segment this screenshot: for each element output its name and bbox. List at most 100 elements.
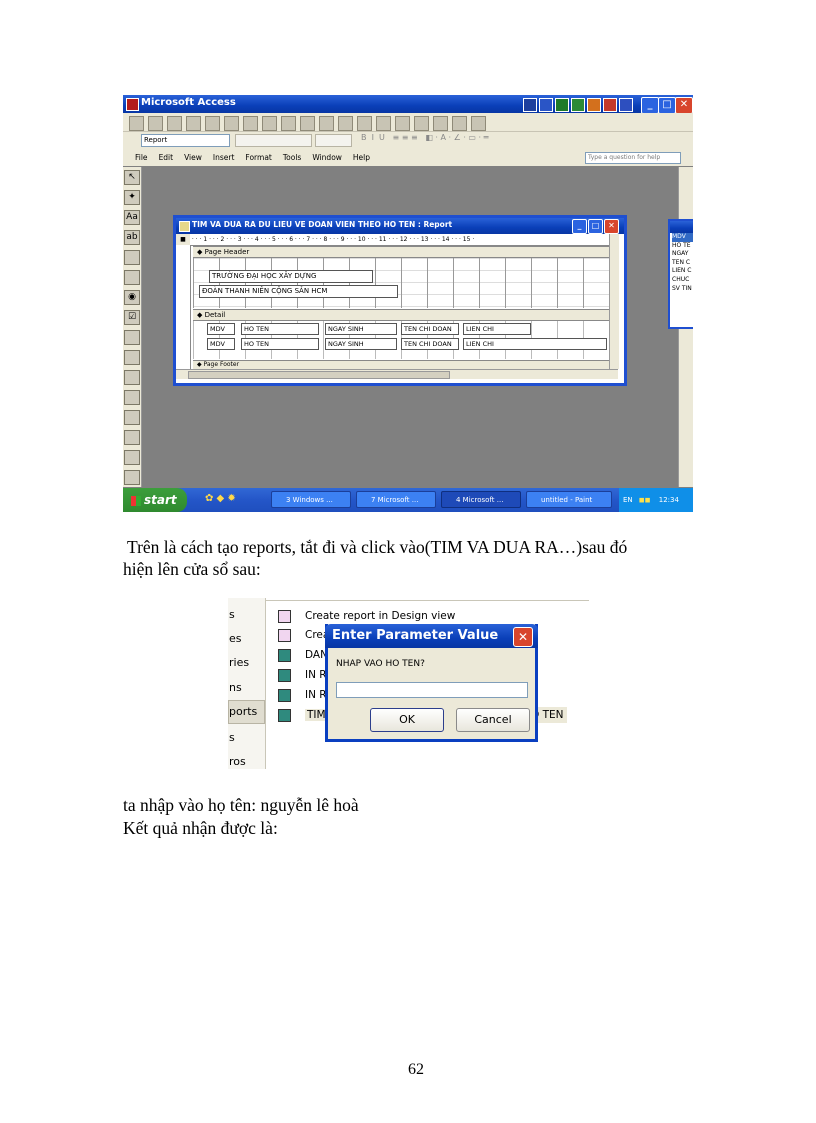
wizard-icon[interactable]: ✦ xyxy=(124,190,140,205)
field-item[interactable]: LIEN C xyxy=(672,267,693,276)
paste-icon[interactable] xyxy=(262,116,277,131)
sidebar-item-reports[interactable]: ports xyxy=(228,700,265,724)
start-button[interactable]: start xyxy=(123,488,187,512)
redo-icon[interactable] xyxy=(319,116,334,131)
page-header-band[interactable]: ◆ Page Header xyxy=(193,246,614,258)
field-list-icon[interactable] xyxy=(338,116,353,131)
report-item-tim[interactable]: TIM xyxy=(278,707,328,723)
report-maximize-button[interactable]: □ xyxy=(588,219,603,234)
label-lien-chi[interactable]: LIEN CHI xyxy=(463,323,531,335)
sidebar-item[interactable]: ros xyxy=(229,755,246,768)
create-report-design-item[interactable]: Create report in Design view xyxy=(278,608,455,624)
print-icon[interactable] xyxy=(186,116,201,131)
combo-box-icon[interactable] xyxy=(124,330,140,345)
create-report-wizard-item[interactable]: Crea xyxy=(278,627,329,643)
menu-format[interactable]: Format xyxy=(245,153,271,162)
menu-file[interactable]: File xyxy=(135,153,148,162)
quick-launch-icons[interactable]: ✿ ◆ ✹ xyxy=(205,493,236,504)
ok-button[interactable]: OK xyxy=(370,708,444,732)
maximize-button[interactable]: □ xyxy=(658,97,676,114)
view-icon[interactable] xyxy=(129,116,144,131)
menu-window[interactable]: Window xyxy=(312,153,342,162)
list-box-icon[interactable] xyxy=(124,350,140,365)
task-paint[interactable]: untitled - Paint xyxy=(526,491,612,508)
detail-section[interactable]: MDV HO TEN NGAY SINH TEN CHI DOAN LIEN C… xyxy=(193,321,613,359)
field-item[interactable]: HO TE xyxy=(672,242,693,251)
option-group-icon[interactable] xyxy=(124,250,140,265)
sidebar-item[interactable]: es xyxy=(229,632,242,645)
menu-insert[interactable]: Insert xyxy=(213,153,235,162)
report-item-dan[interactable]: DAN xyxy=(278,647,328,663)
label-tool-icon[interactable]: Aa xyxy=(124,210,140,225)
report-minimize-button[interactable]: _ xyxy=(572,219,587,234)
field-item[interactable]: SV TIN xyxy=(672,285,693,294)
task-access[interactable]: 4 Microsoft ... xyxy=(441,491,521,508)
task-word[interactable]: 7 Microsoft ... xyxy=(356,491,436,508)
sidebar-item[interactable]: ns xyxy=(229,681,242,694)
label-ho-ten[interactable]: HO TEN xyxy=(241,323,319,335)
menu-tools[interactable]: Tools xyxy=(283,153,301,162)
check-box-icon[interactable]: ☑ xyxy=(124,310,140,325)
copy-icon[interactable] xyxy=(243,116,258,131)
field-item[interactable]: MDV xyxy=(672,233,693,242)
cancel-button[interactable]: Cancel xyxy=(456,708,530,732)
field-ho-ten[interactable]: HO TEN xyxy=(241,338,319,350)
font-combo[interactable] xyxy=(235,134,312,147)
unbound-frame-icon[interactable] xyxy=(124,410,140,425)
header-label-university[interactable]: TRƯỜNG ĐẠI HỌC XÂY DỰNG xyxy=(209,270,373,283)
minimize-button[interactable]: _ xyxy=(641,97,659,114)
object-combo[interactable]: Report xyxy=(141,134,230,147)
menu-view[interactable]: View xyxy=(184,153,202,162)
field-item[interactable]: NGAY xyxy=(672,250,693,259)
help-icon[interactable] xyxy=(471,116,486,131)
preview-icon[interactable] xyxy=(205,116,220,131)
size-combo[interactable] xyxy=(315,134,352,147)
sidebar-item[interactable]: s xyxy=(229,608,235,621)
field-lien-chi[interactable]: LIEN CHI xyxy=(463,338,607,350)
tab-control-icon[interactable] xyxy=(124,470,140,485)
label-ten-chi-doan[interactable]: TEN CHI DOAN xyxy=(401,323,459,335)
textbox-tool-icon[interactable]: ab xyxy=(124,230,140,245)
build-icon[interactable] xyxy=(414,116,429,131)
header-label-youth-union[interactable]: ĐOÀN THANH NIÊN CỘNG SẢN HCM xyxy=(199,285,398,298)
database-window-icon[interactable] xyxy=(433,116,448,131)
task-windows[interactable]: 3 Windows ... xyxy=(271,491,351,508)
undo-icon[interactable] xyxy=(300,116,315,131)
dialog-close-button[interactable]: ✕ xyxy=(513,627,533,647)
search-icon[interactable] xyxy=(167,116,182,131)
bound-frame-icon[interactable] xyxy=(124,430,140,445)
menu-help[interactable]: Help xyxy=(353,153,370,162)
report-item-in-2[interactable]: IN R xyxy=(278,687,327,703)
report-close-button[interactable]: ✕ xyxy=(604,219,619,234)
page-break-icon[interactable] xyxy=(124,450,140,465)
image-tool-icon[interactable] xyxy=(124,390,140,405)
properties-icon[interactable] xyxy=(395,116,410,131)
toggle-button-icon[interactable] xyxy=(124,270,140,285)
new-object-icon[interactable] xyxy=(452,116,467,131)
help-search-box[interactable]: Type a question for help xyxy=(585,152,681,164)
sorting-icon[interactable] xyxy=(376,116,391,131)
field-ten-chi-doan[interactable]: TEN CHI DOAN xyxy=(401,338,459,350)
field-item[interactable]: TEN C xyxy=(672,259,693,268)
close-button[interactable]: ✕ xyxy=(675,97,693,114)
language-indicator[interactable]: EN xyxy=(623,496,633,504)
toolbox-icon[interactable] xyxy=(357,116,372,131)
detail-band[interactable]: ◆ Detail xyxy=(193,309,614,321)
option-button-icon[interactable]: ◉ xyxy=(124,290,140,305)
report-vertical-scrollbar[interactable] xyxy=(609,234,619,369)
report-horizontal-scrollbar[interactable] xyxy=(176,369,618,379)
page-header-section[interactable]: TRƯỜNG ĐẠI HỌC XÂY DỰNG ĐOÀN THANH NIÊN … xyxy=(193,258,613,308)
field-item[interactable]: CHUC xyxy=(672,276,693,285)
label-ngay-sinh[interactable]: NGAY SINH xyxy=(325,323,397,335)
menu-edit[interactable]: Edit xyxy=(159,153,174,162)
cut-icon[interactable] xyxy=(224,116,239,131)
field-ngay-sinh[interactable]: NGAY SINH xyxy=(325,338,397,350)
command-button-icon[interactable] xyxy=(124,370,140,385)
report-item-in-1[interactable]: IN R xyxy=(278,667,327,683)
field-mdv[interactable]: MDV xyxy=(207,338,235,350)
sidebar-item[interactable]: s xyxy=(229,731,235,744)
select-objects-icon[interactable]: ↖ xyxy=(124,170,140,185)
format-painter-icon[interactable] xyxy=(281,116,296,131)
save-icon[interactable] xyxy=(148,116,163,131)
label-mdv[interactable]: MDV xyxy=(207,323,235,335)
